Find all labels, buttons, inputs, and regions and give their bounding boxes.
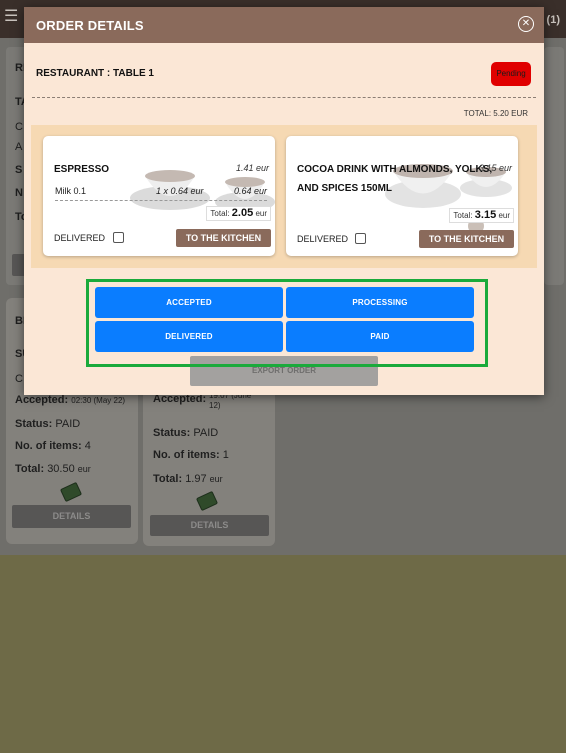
- modifier-name: Milk 0.1: [55, 186, 87, 196]
- delivered-button[interactable]: DELIVERED: [95, 321, 283, 352]
- order-total: Total: 1.97 eur: [153, 473, 223, 485]
- details-button[interactable]: DETAILS: [12, 505, 131, 528]
- accepted-button[interactable]: ACCEPTED: [95, 287, 283, 318]
- cash-icon: [195, 490, 219, 512]
- item-total: Total: 2.05 eur: [206, 206, 271, 221]
- right-panel: [544, 47, 564, 285]
- order-total: TOTAL: 5.20 EUR: [463, 109, 528, 118]
- table-label: RESTAURANT : TABLE 1: [36, 68, 154, 79]
- order-total: Total: 30.50 eur: [15, 463, 91, 475]
- col-prefix: N: [15, 187, 23, 199]
- accepted-label: Accepted: 02:30 (May 22): [15, 394, 126, 406]
- item-name: Espresso: [54, 164, 110, 175]
- paid-button[interactable]: PAID: [286, 321, 474, 352]
- order-card: Accepted: 19:07 (June 12) Status: PAID N…: [143, 390, 275, 546]
- items-count: No. of items: 4: [15, 440, 91, 452]
- item-total: Total: 3.15 eur: [449, 208, 514, 223]
- close-circle-icon[interactable]: ✕: [518, 16, 534, 32]
- cash-icon: [59, 481, 83, 503]
- modifier-row: Milk 0.1 1 x 0.64 eur 0.64 eur: [55, 185, 267, 201]
- status-badge: Pending: [491, 62, 531, 86]
- modal-header: ORDER DETAILS ✕: [24, 7, 544, 43]
- divider: [32, 97, 536, 98]
- col-prefix: A: [15, 141, 23, 153]
- items-count: No. of items: 1: [153, 449, 229, 461]
- order-card-prefix: C: [15, 373, 23, 385]
- status-text: Status: PAID: [153, 427, 219, 439]
- order-item-card: Cocoa drink with almonds, yolks, and spic…: [286, 136, 518, 256]
- order-item-card: Espresso 1.41 eur Milk 0.1 1 x 0.64 eur …: [43, 136, 275, 256]
- item-price: 1.41 eur: [235, 163, 269, 173]
- col-prefix: S: [15, 164, 23, 176]
- delivered-label: DELIVERED: [297, 234, 349, 244]
- modifier-qty: 1 x 0.64 eur: [156, 186, 204, 196]
- delivered-checkbox[interactable]: [355, 233, 366, 244]
- item-price: 3.15 eur: [478, 163, 512, 173]
- col-prefix: C: [15, 121, 23, 133]
- order-items-area: Espresso 1.41 eur Milk 0.1 1 x 0.64 eur …: [31, 125, 537, 268]
- processing-button[interactable]: PROCESSING: [286, 287, 474, 318]
- menu-icon[interactable]: ☰: [4, 9, 18, 25]
- status-text: Status: PAID: [15, 418, 81, 430]
- modifier-sum: 0.64 eur: [233, 186, 267, 196]
- details-button[interactable]: DETAILS: [150, 515, 269, 536]
- item-name: Cocoa drink with almonds, yolks, and spic…: [297, 164, 493, 194]
- to-kitchen-button[interactable]: TO THE KITCHEN: [419, 230, 514, 248]
- modal-title: ORDER DETAILS: [36, 18, 144, 33]
- to-kitchen-button[interactable]: TO THE KITCHEN: [176, 229, 271, 247]
- status-buttons-highlight: ACCEPTED PROCESSING DELIVERED PAID: [86, 279, 488, 367]
- delivered-label: DELIVERED: [54, 233, 106, 243]
- delivered-checkbox[interactable]: [113, 232, 124, 243]
